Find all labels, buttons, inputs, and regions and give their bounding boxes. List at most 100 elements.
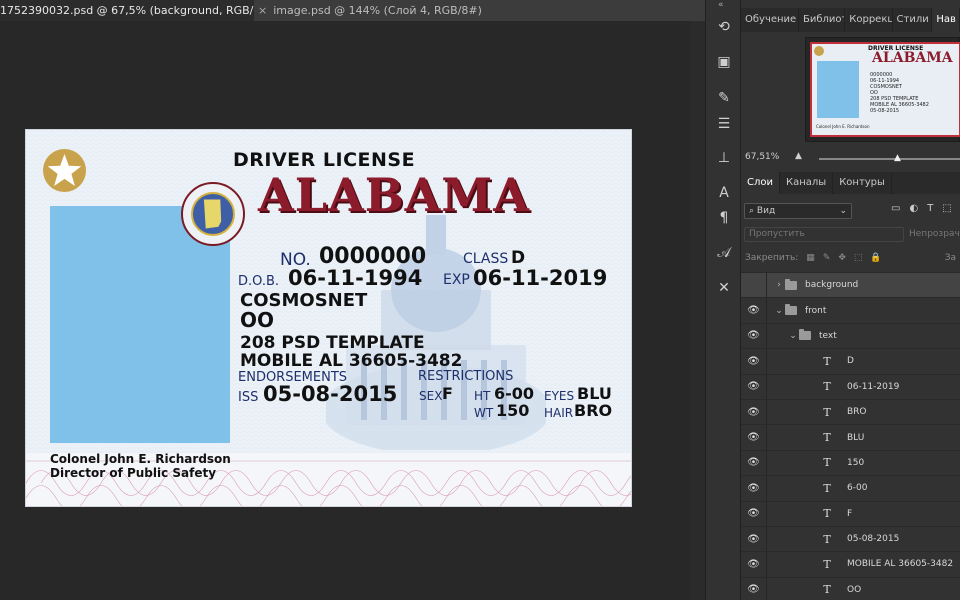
layer-name: D [847,356,854,367]
visibility-eye-icon[interactable]: 👁 [741,526,767,552]
license-card[interactable]: DRIVER LICENSE ALABAMA NO. 0000000 CLASS… [25,129,632,507]
layer-row[interactable]: 👁 T F [741,500,960,526]
tab-libraries[interactable]: Библиотек [799,8,846,32]
navigator-thumbnail[interactable]: DRIVER LICENSE ALABAMA 0000000 06-11-199… [805,37,960,142]
alabama-seal [181,182,245,246]
lock-all-icon[interactable]: 🔒 [870,253,881,263]
layer-body: ⌄ text [767,324,837,348]
visibility-eye-icon[interactable] [741,273,767,298]
chevron-right-icon[interactable]: › [773,280,785,290]
zoom-value[interactable]: 67,51% [745,152,779,162]
history-icon[interactable]: ⟲ [710,16,738,38]
panel-tool-strip: « ⟲ ▣ ✎ ☰ ⊥ A ¶ 𝒜 ✕ [705,0,741,600]
layer-row[interactable]: 👁 T 150 [741,449,960,476]
layer-filter-select[interactable]: ⌕ Вид ⌄ [744,203,852,219]
dob-label: D.O.B. [238,274,280,289]
mini-text-block: 0000000 06-11-1994 COSMOSNET OO 208 PSD … [870,72,929,114]
layer-name: 150 [847,457,865,468]
layer-row[interactable]: › background [741,272,960,298]
sex-label: SEX [419,389,443,403]
layer-name: text [819,330,837,341]
visibility-eye-icon[interactable]: 👁 [741,298,767,323]
layer-name: background [805,280,859,291]
mini-state: ALABAMA [872,50,953,66]
collapse-arrows-icon[interactable]: « [718,0,724,10]
iss-label: ISS [238,390,259,405]
layer-row[interactable]: 👁 T BRO [741,398,960,425]
layer-row[interactable]: 👁 ⌄ front [741,297,960,323]
layer-row[interactable]: 👁 T MOBILE AL 36605-3482 [741,551,960,577]
lock-move-icon[interactable]: ✥ [838,253,846,263]
lock-paint-icon[interactable]: ✎ [823,253,831,263]
visibility-eye-icon[interactable]: 👁 [741,425,767,450]
tab-learn[interactable]: Обучение [741,8,799,32]
opacity-label: Непрозрач [909,229,960,239]
layer-name: 05-08-2015 [847,534,900,545]
zoom-slider[interactable] [819,158,960,160]
visibility-eye-icon[interactable]: 👁 [741,552,767,577]
layer-body: ⌄ front [767,298,826,322]
layer-body: T MOBILE AL 36605-3482 [767,552,953,576]
zoom-out-icon[interactable]: ▲ [795,151,802,161]
layer-name: BRO [847,407,867,418]
chevron-down-icon[interactable]: ⌄ [787,331,799,341]
visibility-eye-icon[interactable]: 👁 [741,501,767,526]
vertical-scrollbar[interactable] [691,21,705,600]
visibility-eye-icon[interactable]: 👁 [741,476,767,501]
visibility-eye-icon[interactable]: 👁 [741,323,767,349]
tab-channels[interactable]: Каналы [780,172,834,194]
image-filter-icon[interactable]: ▭ [891,203,900,214]
tab-paths[interactable]: Контуры [833,172,892,194]
layer-row[interactable]: 👁 T BLU [741,424,960,450]
tab-layers[interactable]: Слои [741,172,780,194]
ht-label: HT [474,389,491,403]
character-icon[interactable]: A [710,182,738,204]
visibility-eye-icon[interactable]: 👁 [741,374,767,399]
lock-artboard-icon[interactable]: ⬚ [854,253,863,263]
layer-filter-row: ⌕ Вид ⌄ ▭ ◐ T ⬚ [741,200,960,222]
document-tab-active[interactable]: 1752390032.psd @ 67,5% (background, RGB/… [0,0,254,21]
visibility-eye-icon[interactable]: 👁 [741,577,767,600]
layer-row[interactable]: 👁 T 6-00 [741,475,960,501]
tab-styles[interactable]: Стили [893,8,933,32]
layer-row[interactable]: 👁 T OO [741,576,960,600]
exp-value: 06-11-2019 [473,266,608,290]
shape-filter-icon[interactable]: ⬚ [942,203,951,214]
panel-tabs: Обучение Библиотек Коррекци Стили Нав [741,8,960,32]
document-tab[interactable]: × image.psd @ 144% (Слой 4, RGB/8#) [254,0,491,21]
tools-icon[interactable]: ✕ [710,277,738,299]
adjustment-filter-icon[interactable]: ◐ [909,203,918,214]
mini-photo [817,61,859,118]
tab-adjustments[interactable]: Коррекци [845,8,893,32]
visibility-eye-icon[interactable]: 👁 [741,399,767,425]
navigator-preview: DRIVER LICENSE ALABAMA 0000000 06-11-199… [810,42,960,137]
wt-label: WT [474,406,494,420]
hair-label: HAIR [544,406,574,420]
hair-value: BRO [574,401,613,420]
class-value: D [511,248,526,268]
layer-row[interactable]: 👁 ⌄ text [741,322,960,349]
layer-body: TF [767,502,852,526]
layer-row[interactable]: 👁 T 05-08-2015 [741,525,960,552]
tab-navigator[interactable]: Нав [932,8,960,32]
blend-mode-select[interactable]: Пропустить [744,227,904,242]
layer-row[interactable]: 👁 T 06-11-2019 [741,373,960,399]
lock-pixels-icon[interactable]: ▦ [806,253,815,263]
close-icon[interactable]: × [258,0,267,21]
layer-name: BLU [847,432,865,443]
text-filter-icon[interactable]: T [927,203,933,214]
layer-body: T BLU [767,425,864,449]
brush-icon[interactable]: ✎ [710,87,738,109]
chevron-down-icon[interactable]: ⌄ [773,306,785,316]
zoom-slider-handle[interactable]: ▲ [894,153,901,163]
visibility-eye-icon[interactable]: 👁 [741,450,767,476]
layer-row[interactable]: 👁 T D [741,348,960,374]
layer-filter-value: Вид [756,206,776,216]
stamp-icon[interactable]: ⊥ [710,147,738,169]
folder-icon [785,278,797,290]
glyphs-icon[interactable]: 𝒜 [710,242,738,264]
3d-cube-icon[interactable]: ▣ [710,51,738,73]
adjust-sliders-icon[interactable]: ☰ [710,113,738,135]
paragraph-icon[interactable]: ¶ [710,207,738,229]
visibility-eye-icon[interactable]: 👁 [741,349,767,374]
